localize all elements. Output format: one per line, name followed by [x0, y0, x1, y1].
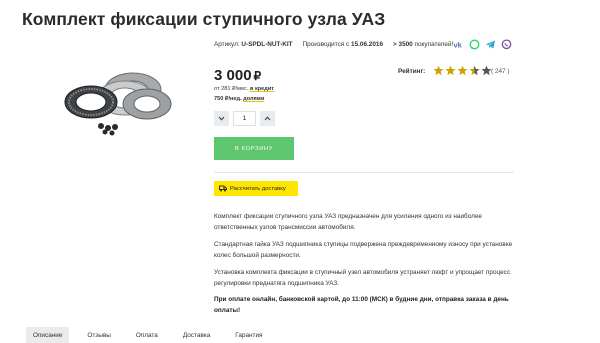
article-label: Артикул:	[214, 41, 240, 48]
produced-label: Производится с	[302, 41, 350, 48]
credit-prefix: от 281 ₽/мес.	[214, 86, 250, 92]
vk-icon[interactable]: vk	[453, 39, 464, 50]
add-to-cart-button[interactable]: В КОРЗИНУ	[214, 137, 294, 160]
divider	[214, 172, 514, 173]
price: 3 000 ₽	[214, 67, 261, 84]
buyers-label: покупателей!	[414, 41, 454, 48]
viber-icon[interactable]	[501, 39, 512, 50]
rating-label: Рейтинг:	[398, 68, 426, 75]
star-icon	[433, 65, 444, 76]
product-tabs: Описание Отзывы Оплата Доставка Гарантия	[26, 327, 281, 343]
article-value: U-SPDL-NUT-KIT	[241, 41, 293, 48]
price-value: 3 000	[214, 67, 252, 84]
installment-offer: 750 ₽/нед. долями	[214, 96, 264, 102]
chevron-up-icon	[264, 116, 271, 121]
shipping-label: Рассчитать доставку	[230, 185, 286, 192]
quantity-decrease-button[interactable]	[214, 111, 229, 126]
quantity-stepper: 1	[214, 111, 275, 126]
page-title: Комплект фиксации ступичного узла УАЗ	[22, 9, 386, 29]
rating-stars[interactable]	[433, 65, 492, 76]
whatsapp-icon[interactable]	[469, 39, 480, 50]
credit-link[interactable]: в кредит	[250, 86, 274, 92]
installment-link[interactable]: долями	[243, 96, 264, 102]
bearing-kit-image	[64, 72, 172, 136]
calculate-shipping-button[interactable]: Рассчитать доставку	[214, 181, 298, 196]
description-paragraph-2: Стандартная гайка УАЗ подшипника ступицы…	[214, 241, 513, 259]
tab-warranty[interactable]: Гарантия	[228, 327, 269, 343]
product-image[interactable]	[55, 60, 180, 145]
quantity-increase-button[interactable]	[260, 111, 275, 126]
installment-prefix: 750 ₽/нед.	[214, 96, 244, 102]
description-paragraph-3: Установка комплекта фиксации в ступичный…	[214, 269, 511, 287]
tab-description[interactable]: Описание	[26, 327, 70, 343]
description-paragraph-1: Комплект фиксации ступичного узла УАЗ пр…	[214, 213, 482, 231]
credit-offer: от 281 ₽/мес. в кредит	[214, 86, 274, 92]
price-currency: ₽	[253, 69, 262, 83]
telegram-icon[interactable]	[485, 39, 496, 50]
product-meta: Артикул: U-SPDL-NUT-KIT Производится с 1…	[214, 41, 453, 48]
truck-icon	[219, 185, 227, 192]
star-icon	[469, 65, 480, 76]
rating-count[interactable]: ( 247 )	[491, 68, 509, 75]
star-icon	[457, 65, 468, 76]
chevron-down-icon	[218, 116, 225, 121]
star-icon	[445, 65, 456, 76]
quantity-input[interactable]: 1	[233, 111, 256, 126]
tab-delivery[interactable]: Доставка	[176, 327, 217, 343]
buyers-value: > 3500	[393, 41, 413, 48]
svg-text:vk: vk	[454, 41, 463, 50]
tab-reviews[interactable]: Отзывы	[80, 327, 117, 343]
tab-payment[interactable]: Оплата	[129, 327, 165, 343]
payment-note: При оплате онлайн, банковской картой, до…	[214, 296, 509, 314]
produced-value: 15.06.2016	[351, 41, 384, 48]
